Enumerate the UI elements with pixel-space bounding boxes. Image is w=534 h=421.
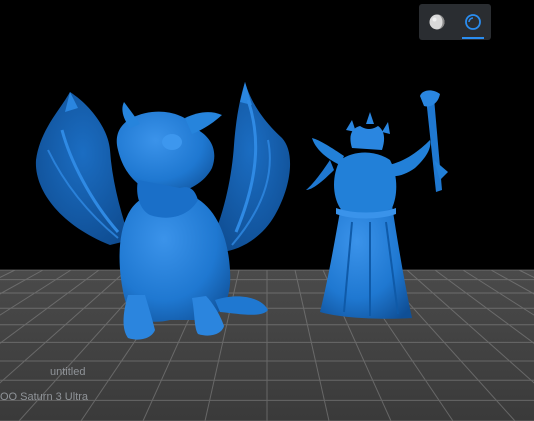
sphere-shaded-icon (429, 14, 445, 30)
project-name-label: untitled (50, 366, 86, 378)
printer-name-label: OO Saturn 3 Ultra (0, 391, 89, 403)
shaded-view-button[interactable] (423, 8, 451, 36)
scene-canvas[interactable] (0, 0, 534, 421)
xray-view-button[interactable] (459, 8, 487, 39)
view-mode-toolbar (419, 4, 491, 40)
sphere-outline-icon (465, 14, 481, 30)
3d-viewport[interactable]: untitled OO Saturn 3 Ultra (0, 0, 534, 421)
